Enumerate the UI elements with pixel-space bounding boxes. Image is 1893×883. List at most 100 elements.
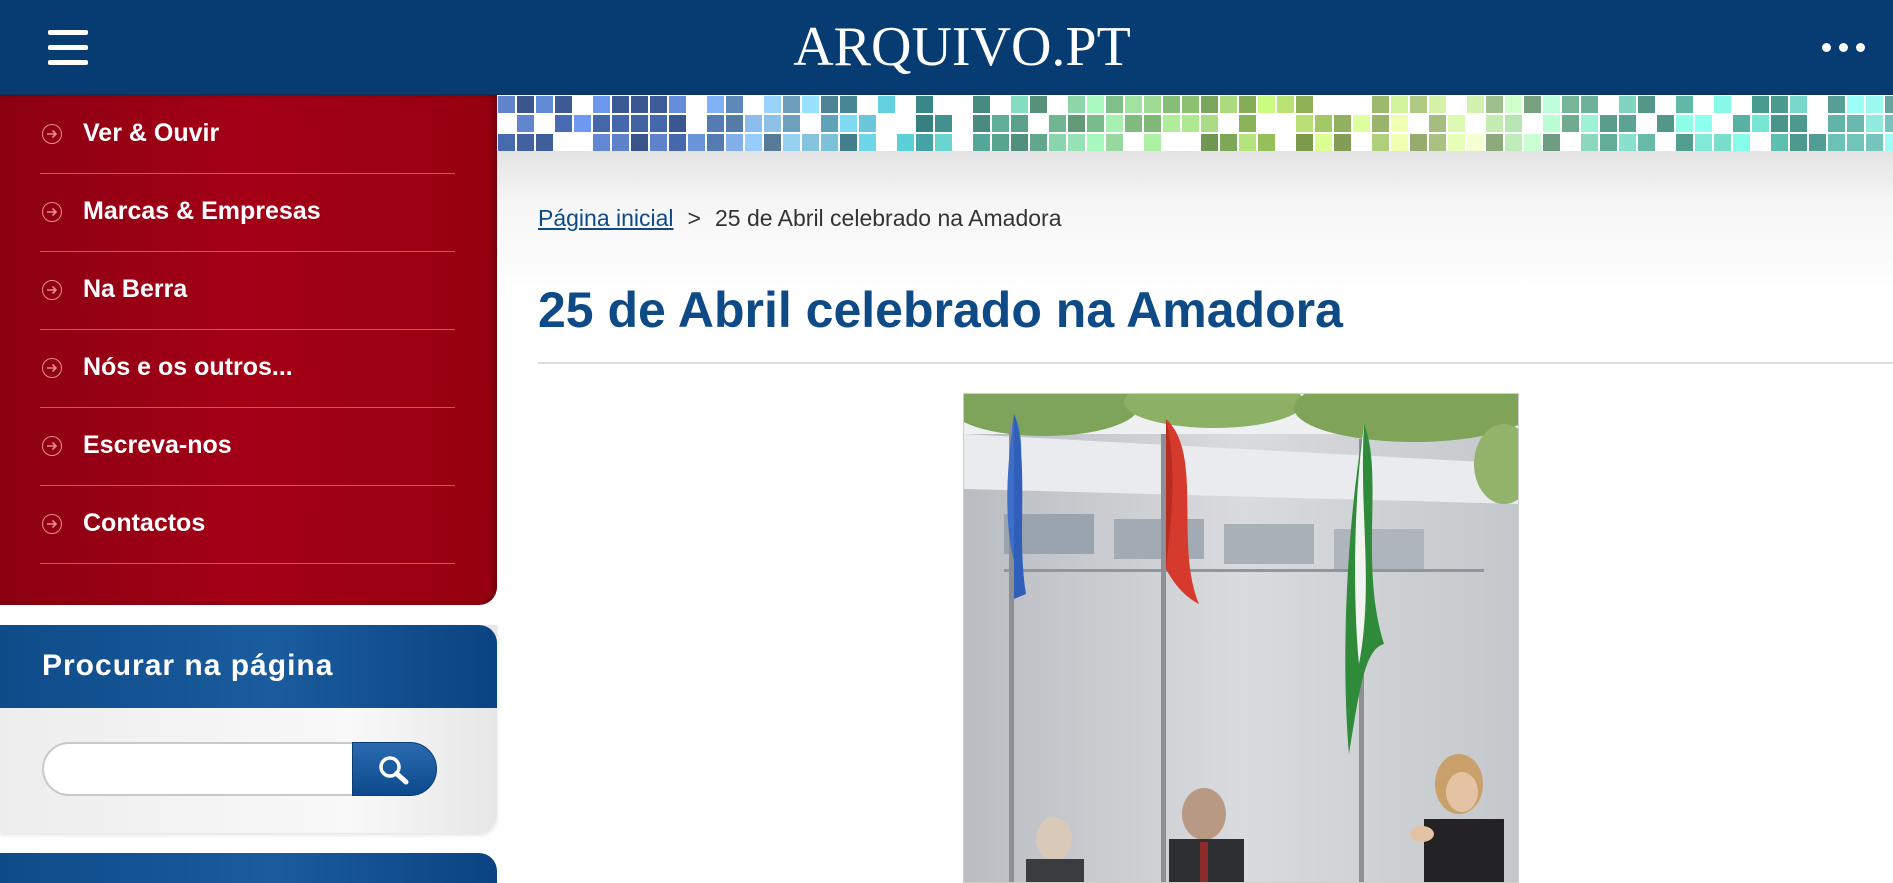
mosaic-tile xyxy=(745,96,762,113)
article-photo xyxy=(963,393,1519,883)
mosaic-tile xyxy=(1334,96,1351,113)
mosaic-tile xyxy=(1467,115,1484,132)
site-logo[interactable]: ARQUIVO.PT xyxy=(600,13,1324,81)
mosaic-tile xyxy=(1125,96,1142,113)
mosaic-tile xyxy=(517,96,534,113)
mosaic-tile xyxy=(650,115,667,132)
mosaic-tile xyxy=(935,115,952,132)
mosaic-tile xyxy=(1467,134,1484,151)
mosaic-tile xyxy=(1239,96,1256,113)
mosaic-tile xyxy=(764,134,781,151)
mosaic-tile xyxy=(1106,134,1123,151)
mosaic-tile xyxy=(1657,96,1674,113)
mosaic-tile xyxy=(1467,96,1484,113)
mosaic-tile xyxy=(1391,115,1408,132)
mosaic-tile xyxy=(574,96,591,113)
mosaic-tile xyxy=(1182,96,1199,113)
mosaic-tile xyxy=(1163,115,1180,132)
arrow-circle-icon xyxy=(42,202,62,222)
mosaic-tile xyxy=(783,134,800,151)
mosaic-tile xyxy=(1087,96,1104,113)
arrow-circle-icon xyxy=(42,358,62,378)
mosaic-tile xyxy=(1543,134,1560,151)
mosaic-tile xyxy=(973,134,990,151)
next-sidebar-panel-header xyxy=(0,853,497,883)
mosaic-tile xyxy=(688,134,705,151)
arrow-circle-icon xyxy=(42,124,62,144)
mosaic-tile xyxy=(1695,134,1712,151)
mosaic-tile xyxy=(1182,134,1199,151)
mosaic-tile xyxy=(1828,134,1845,151)
mosaic-tile xyxy=(973,96,990,113)
mosaic-tile xyxy=(1277,115,1294,132)
mosaic-tile xyxy=(1657,115,1674,132)
mosaic-tile xyxy=(992,115,1009,132)
mosaic-tile xyxy=(783,96,800,113)
mosaic-tile xyxy=(1733,115,1750,132)
mosaic-tile xyxy=(1353,134,1370,151)
mosaic-tile xyxy=(821,96,838,113)
arrow-circle-icon xyxy=(42,436,62,456)
sidebar-item-nos-e-os-outros[interactable]: Nós e os outros... xyxy=(40,329,455,408)
mosaic-tile xyxy=(1676,115,1693,132)
mosaic-tile xyxy=(1410,115,1427,132)
mosaic-tile xyxy=(1752,115,1769,132)
mosaic-tile xyxy=(555,96,572,113)
mosaic-tile xyxy=(1562,115,1579,132)
mosaic-tile xyxy=(1087,115,1104,132)
breadcrumb-home-link[interactable]: Página inicial xyxy=(538,205,674,231)
sidebar-item-ver-ouvir[interactable]: Ver & Ouvir xyxy=(40,95,455,174)
mosaic-tile xyxy=(821,115,838,132)
mosaic-tile xyxy=(859,96,876,113)
mosaic-tile xyxy=(1144,96,1161,113)
sidebar-item-label: Contactos xyxy=(83,509,206,537)
mosaic-tile xyxy=(726,96,743,113)
mosaic-tile xyxy=(593,96,610,113)
mosaic-tile xyxy=(878,134,895,151)
mosaic-tile xyxy=(802,96,819,113)
mosaic-tile xyxy=(916,134,933,151)
search-panel-header: Procurar na página xyxy=(0,625,497,708)
mosaic-tile xyxy=(1201,96,1218,113)
mosaic-tile xyxy=(707,134,724,151)
mosaic-tile xyxy=(1714,96,1731,113)
mosaic-tile xyxy=(498,115,515,132)
mosaic-tile xyxy=(1562,134,1579,151)
mosaic-tile xyxy=(1391,134,1408,151)
title-divider xyxy=(538,362,1893,364)
mosaic-tile xyxy=(593,115,610,132)
mosaic-tile xyxy=(1505,96,1522,113)
more-options-icon[interactable] xyxy=(1822,43,1868,53)
mosaic-tile xyxy=(1144,134,1161,151)
sidebar-item-escreva-nos[interactable]: Escreva-nos xyxy=(40,407,455,486)
mosaic-tile xyxy=(555,115,572,132)
flag-ceremony-image xyxy=(964,394,1518,882)
mosaic-tile xyxy=(745,115,762,132)
sidebar-item-marcas-empresas[interactable]: Marcas & Empresas xyxy=(40,173,455,252)
mosaic-tile xyxy=(1448,134,1465,151)
mosaic-tile xyxy=(1752,96,1769,113)
mosaic-tile xyxy=(764,115,781,132)
hamburger-menu-icon[interactable] xyxy=(48,27,88,67)
mosaic-tile xyxy=(536,134,553,151)
mosaic-tile xyxy=(840,134,857,151)
sidebar-item-na-berra[interactable]: Na Berra xyxy=(40,251,455,330)
mosaic-banner xyxy=(497,95,1893,151)
mosaic-tile xyxy=(1220,115,1237,132)
mosaic-tile xyxy=(1068,115,1085,132)
mosaic-tile xyxy=(1695,96,1712,113)
mosaic-tile xyxy=(650,96,667,113)
mosaic-tile xyxy=(1524,115,1541,132)
mosaic-tile xyxy=(1258,115,1275,132)
mosaic-tile xyxy=(1334,134,1351,151)
mosaic-tile xyxy=(1277,134,1294,151)
search-button[interactable] xyxy=(352,742,437,796)
mosaic-tile xyxy=(1201,115,1218,132)
search-input[interactable] xyxy=(42,742,360,796)
mosaic-tile xyxy=(1163,134,1180,151)
mosaic-tile xyxy=(555,134,572,151)
mosaic-tile xyxy=(1429,134,1446,151)
arrow-circle-icon xyxy=(42,280,62,300)
mosaic-tile xyxy=(859,115,876,132)
sidebar-item-contactos[interactable]: Contactos xyxy=(40,485,455,564)
